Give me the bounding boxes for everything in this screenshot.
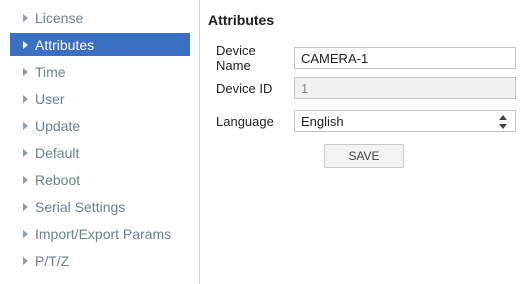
sidebar-item-label: License: [35, 9, 84, 26]
sidebar-item-label: P/T/Z: [35, 252, 70, 269]
caret-right-icon: [23, 13, 28, 22]
sidebar-menu: License Attributes Time User Update Defa…: [0, 0, 199, 272]
save-button[interactable]: SAVE: [324, 144, 404, 168]
sidebar-item-label: User: [35, 90, 65, 107]
attributes-panel: Attributes Device Name Device ID Languag…: [208, 0, 525, 284]
caret-right-icon: [23, 256, 28, 265]
caret-right-icon: [23, 229, 28, 238]
sidebar-item-label: Reboot: [35, 171, 81, 188]
sidebar-item-label: Serial Settings: [35, 198, 126, 215]
caret-right-icon: [23, 175, 28, 184]
sidebar-item-time[interactable]: Time: [10, 60, 190, 83]
sidebar-item-label: Default: [35, 144, 80, 161]
sidebar-item-ptz[interactable]: P/T/Z: [10, 249, 190, 272]
device-id-label: Device ID: [216, 80, 273, 96]
sidebar-item-reboot[interactable]: Reboot: [10, 168, 190, 191]
sidebar-item-label: Attributes: [35, 36, 95, 53]
caret-right-icon: [23, 121, 28, 130]
sidebar-item-label: Update: [35, 117, 81, 134]
device-id-input: [294, 77, 516, 99]
language-row: Language English: [208, 110, 516, 132]
language-label: Language: [216, 113, 274, 129]
sidebar-item-default[interactable]: Default: [10, 141, 190, 164]
sidebar-item-license[interactable]: License: [10, 6, 190, 29]
sidebar-item-import-export-params[interactable]: Import/Export Params: [10, 222, 190, 245]
caret-right-icon: [23, 40, 28, 49]
device-name-input[interactable]: [294, 47, 516, 69]
language-select[interactable]: English: [294, 110, 516, 132]
sidebar-item-attributes[interactable]: Attributes: [10, 33, 190, 56]
sidebar-item-user[interactable]: User: [10, 87, 190, 110]
sidebar-item-label: Import/Export Params: [35, 225, 172, 242]
caret-right-icon: [23, 202, 28, 211]
sidebar-item-serial-settings[interactable]: Serial Settings: [10, 195, 190, 218]
sidebar-item-label: Time: [35, 63, 66, 80]
device-name-label: Device Name: [216, 43, 256, 73]
caret-right-icon: [23, 94, 28, 103]
up-down-chevron-icon: [499, 115, 507, 129]
caret-right-icon: [23, 148, 28, 157]
device-name-row: Device Name: [208, 43, 516, 73]
device-id-row: Device ID: [208, 77, 516, 99]
settings-sidebar: License Attributes Time User Update Defa…: [0, 0, 200, 284]
sidebar-item-update[interactable]: Update: [10, 114, 190, 137]
caret-right-icon: [23, 67, 28, 76]
page-title: Attributes: [208, 12, 275, 28]
language-selected-value: English: [301, 113, 344, 129]
